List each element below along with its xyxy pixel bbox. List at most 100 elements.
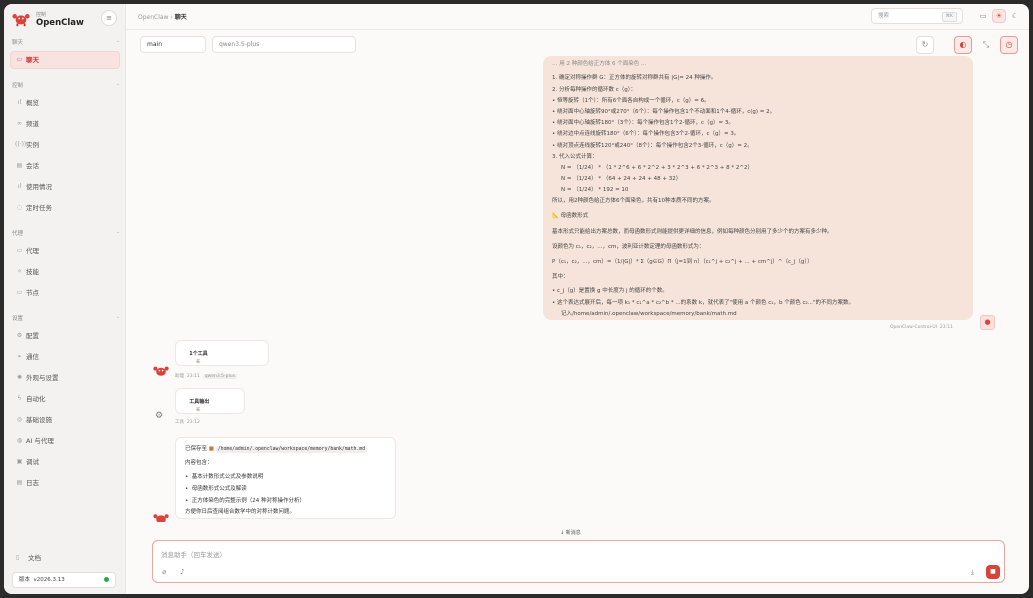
- model-value: qwen3.5-plus: [219, 41, 260, 48]
- expand-icon: ⤡: [982, 40, 990, 49]
- docs-link[interactable]: ▯ 文档: [10, 550, 120, 566]
- list-item-text: 正方体染色的完整示例（24 种对称操作分析）: [191, 498, 305, 504]
- list-item-text: 基本计数形式公式及参数说明: [191, 474, 264, 480]
- brand-subtitle: 控制: [36, 12, 47, 18]
- sidebar-item-skills[interactable]: ✧ 技能: [10, 263, 120, 281]
- sidebar-item-automation[interactable]: ϟ 自动化: [10, 390, 120, 408]
- tool-output-row: › ✧ 工具输出 ☰: [189, 399, 210, 413]
- sidebar-item-comms[interactable]: ➢ 通信: [10, 348, 120, 366]
- sidebar-item-appearance[interactable]: ✺ 外观与设置: [10, 369, 120, 387]
- sidebar-item-label: 定时任务: [26, 204, 52, 212]
- sidebar-item-cron[interactable]: ◌ 定时任务: [10, 199, 120, 217]
- message-line: 记入/home/admin/.openclaw/workspace/memory…: [561, 311, 737, 317]
- sidebar-item-infra[interactable]: ◎ 基础设施: [10, 411, 120, 429]
- session-select[interactable]: main: [140, 36, 206, 53]
- broadcast-icon: ((·)): [15, 141, 27, 148]
- refresh-button[interactable]: ↻: [916, 36, 934, 54]
- section-agent[interactable]: 代理 ⌄: [12, 229, 120, 237]
- section-chat[interactable]: 聊天 ⌄: [12, 38, 120, 46]
- stop-icon: ■: [990, 568, 996, 575]
- reply-contents-label: 内容包含：: [185, 460, 213, 466]
- sidebar-item-instances[interactable]: ((·)) 实例: [10, 136, 120, 154]
- tool-output-card[interactable]: › ✧ 工具输出 ☰: [175, 388, 245, 414]
- tool-name: 工具: [175, 420, 184, 425]
- status-dot: [104, 577, 109, 582]
- sidebar-item-usage[interactable]: ıl 使用情况: [10, 178, 120, 196]
- model-badge: qwen3.5-plus: [202, 374, 237, 379]
- message-line: 其中：: [552, 274, 569, 280]
- message-line: 所以，用2种颜色给正方体6个面染色，共有10种本质不同的方案。: [552, 198, 715, 204]
- sidebar-item-label: AI 与代理: [26, 437, 54, 445]
- sidebar-item-label: 聊天: [26, 56, 39, 64]
- moon-icon: ☾: [1011, 12, 1019, 20]
- session-value: main: [147, 41, 162, 48]
- sidebar-item-label: 实例: [26, 141, 39, 149]
- search-input[interactable]: 搜索 ⌘K: [871, 8, 963, 24]
- sidebar-item-config[interactable]: ⚙ 配置: [10, 327, 120, 345]
- agent-name: 助理: [175, 374, 184, 379]
- sender-name: OpenClaw-Control-UI: [890, 325, 937, 330]
- section-settings[interactable]: 设置 ⌄: [12, 314, 120, 322]
- section-label: 控制: [12, 83, 24, 89]
- breadcrumb: OpenClaw › 聊天: [138, 12, 187, 21]
- history-button[interactable]: ◷: [1000, 36, 1018, 54]
- sidebar-item-ai-agents[interactable]: ◍ AI 与代理: [10, 432, 120, 450]
- version-value: v2026.3.13: [33, 577, 65, 583]
- openclaw-logo-icon: [12, 14, 30, 27]
- sidebar-item-nodes[interactable]: ▭ 节点: [10, 284, 120, 302]
- folder-icon: ▭: [16, 247, 23, 254]
- section-control[interactable]: 控制 ⌄: [12, 81, 120, 89]
- new-messages-button[interactable]: ↓ 新消息: [560, 529, 581, 536]
- sidebar-item-label: 调试: [26, 458, 39, 466]
- message-line: N = （1/24） * 192 = 10: [561, 187, 629, 193]
- message-line: • 绕对面中心轴旋转180°（3个）：每个操作包含1个2-循环，c（g）= 3。: [552, 120, 734, 126]
- model-select[interactable]: qwen3.5-plus: [212, 36, 356, 53]
- dark-theme-button[interactable]: ☾: [1008, 9, 1022, 23]
- sidebar-item-label: 日志: [26, 479, 39, 487]
- document-icon: ▤: [16, 162, 23, 169]
- sidebar-item-channels[interactable]: ∞ 频道: [10, 115, 120, 133]
- user-message-meta: OpenClaw-Control-UI 23:11: [890, 325, 953, 330]
- assistant-meta: 助理 23:11 qwen3.5-plus: [175, 373, 237, 379]
- search-placeholder: 搜索: [878, 13, 890, 19]
- attach-icon[interactable]: ⌀: [162, 568, 166, 576]
- book-icon: ▯: [16, 554, 20, 561]
- composer-input[interactable]: 消息助手（回车发送）: [161, 549, 226, 559]
- sidebar-item-agents[interactable]: ▭ 代理: [10, 242, 120, 260]
- file-icon: ■: [208, 446, 214, 452]
- refresh-icon: ↻: [921, 40, 929, 49]
- send-button[interactable]: ■: [986, 565, 1000, 579]
- focus-button[interactable]: ⤡: [977, 36, 995, 54]
- message-line: • 这个表达式展开后，每一项 k₁ * c₁^a * c₂^b * ...的系数…: [552, 300, 854, 306]
- menu-icon: ≡: [106, 14, 112, 22]
- download-icon[interactable]: ⤓: [971, 568, 974, 577]
- sun-icon: ☀: [995, 12, 1003, 20]
- sidebar-item-logs[interactable]: ▤ 日志: [10, 474, 120, 492]
- sidebar-item-overview[interactable]: ıl 概览: [10, 94, 120, 112]
- sidebar-item-sessions[interactable]: ▤ 会话: [10, 157, 120, 175]
- brand-name: OpenClaw: [36, 18, 84, 28]
- sidebar-item-chat[interactable]: ▭ 聊天: [10, 51, 120, 69]
- user-avatar: ●: [980, 315, 995, 330]
- chevron-down-icon: ⌄: [115, 38, 120, 44]
- reply-footer: 方便你日后查阅组合数学中的对称计数问题。: [185, 509, 296, 515]
- assistant-avatar-icon: [153, 366, 169, 376]
- send-icon: ➢: [16, 353, 23, 360]
- collapse-sidebar-button[interactable]: ≡: [101, 10, 117, 26]
- message-line: • 绕对顶点连线旋转120°或240°（8个）：每个操作包含2个3-循环，c（g…: [552, 143, 753, 149]
- list-item: • 正方体染色的完整示例（24 种对称操作分析）: [185, 498, 305, 504]
- bug-icon: ▣: [16, 458, 23, 465]
- message-composer[interactable]: 消息助手（回车发送） ⌀ ♪ ⤓ ■: [152, 540, 1005, 583]
- sidebar-item-debug[interactable]: ▣ 调试: [10, 453, 120, 471]
- monitor-icon: ▭: [979, 12, 987, 20]
- breadcrumb-root[interactable]: OpenClaw: [138, 14, 168, 21]
- monitor-theme-button[interactable]: ▭: [976, 9, 990, 23]
- light-theme-button[interactable]: ☀: [992, 9, 1006, 23]
- message-line: 基本形式只能给出方案总数，而母函数形式则能提供更详细的信息，例如每种颜色分别用了…: [552, 229, 833, 235]
- version-label: 版本: [19, 577, 31, 583]
- message-line: • 绕对边中点连线旋转180°（6个）：每个操作包含3个2-循环，c（g）= 3…: [552, 131, 740, 137]
- thinking-toggle-button[interactable]: ◐: [954, 36, 972, 54]
- microphone-icon[interactable]: ♪: [180, 568, 184, 576]
- monitor-icon: ▭: [16, 289, 23, 296]
- tool-call-card[interactable]: › ✧ 1个工具 ☰: [175, 340, 269, 366]
